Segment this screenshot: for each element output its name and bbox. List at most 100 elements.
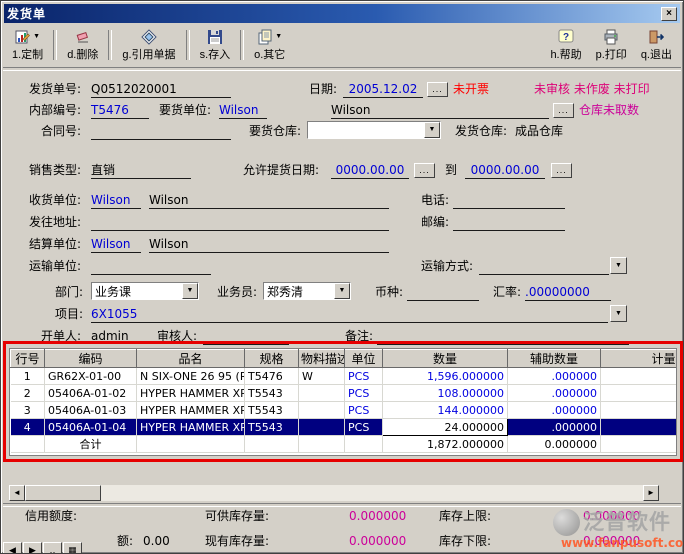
delete-button[interactable]: d.删除 (60, 27, 105, 64)
currency-field[interactable] (407, 285, 479, 301)
warehouse-note: 仓库未取数 (579, 103, 639, 118)
col-header-aux-qty: 辅助数量 (508, 350, 601, 368)
address-label: 发往地址: (29, 215, 81, 230)
transport-mode-dropdown-button[interactable]: ▼ (610, 257, 627, 274)
project-field[interactable]: 6X1055 (91, 307, 608, 323)
pickup-to-picker-button[interactable]: ... (551, 163, 572, 178)
help-button[interactable]: ? h.帮助 (543, 27, 588, 64)
phone-field[interactable] (453, 193, 565, 209)
save-button[interactable]: s.存入 (193, 27, 238, 64)
address-field[interactable] (91, 215, 389, 231)
exit-icon (648, 29, 664, 45)
contract-no-label: 合同号: (41, 124, 81, 139)
col-header-spec: 规格 (245, 350, 299, 368)
qty-edit-cell[interactable]: 24.000000 (383, 419, 508, 436)
auditor-field[interactable] (203, 329, 289, 345)
receive-unit-code-field[interactable]: Wilson (91, 193, 141, 209)
nav-more-button[interactable]: ‥ (43, 542, 62, 554)
contract-no-field[interactable] (91, 124, 231, 140)
cell-aux-qty: .000000 (508, 419, 601, 436)
transport-unit-field[interactable] (91, 259, 211, 275)
exit-label: q.退出 (641, 46, 672, 62)
current-stock-label: 现有库存量: (205, 534, 269, 549)
table-row[interactable]: 1 GR62X-01-00 N SIX-ONE 26 95 (R) T5476 … (11, 368, 678, 385)
zip-field[interactable] (453, 215, 565, 231)
toolbar-separator (108, 30, 112, 60)
date-field[interactable]: 2005.12.02 (343, 82, 423, 98)
settle-unit-code-field[interactable]: Wilson (91, 237, 141, 253)
items-grid[interactable]: 行号 编码 品名 规格 物料描述 单位 数量 辅助数量 计量单位 1 GR62X… (9, 348, 677, 456)
other-icon (257, 29, 273, 45)
chevron-down-icon[interactable]: ▼ (424, 122, 440, 138)
demand-unit-lookup-button[interactable]: ... (553, 103, 574, 118)
pickup-from-field[interactable]: 0000.00.00 (331, 163, 409, 179)
scrollbar-thumb[interactable] (25, 485, 101, 501)
remark-field[interactable] (377, 329, 629, 345)
scroll-left-icon[interactable]: ◄ (9, 485, 25, 501)
demand-unit-code-field[interactable]: Wilson (219, 103, 267, 119)
salesman-select[interactable]: 郑秀清 ▼ (263, 282, 351, 300)
customize-button[interactable]: ▼ 1.定制 (5, 27, 50, 64)
transport-unit-label: 运输单位: (29, 259, 81, 274)
department-select[interactable]: 业务课 ▼ (91, 282, 199, 300)
chevron-down-icon[interactable]: ▼ (275, 33, 282, 40)
nav-grid-button[interactable]: ▦ (63, 542, 82, 554)
col-header-row-no: 行号 (11, 350, 45, 368)
receive-unit-name-field[interactable]: Wilson (149, 193, 389, 209)
nav-first-button[interactable]: ◀ (3, 542, 22, 554)
nav-next-button[interactable]: ▶ (23, 542, 42, 554)
chevron-down-icon[interactable]: ▼ (33, 33, 40, 40)
date-picker-button[interactable]: ... (427, 82, 448, 97)
sale-type-field[interactable]: 直销 (91, 163, 191, 179)
scroll-right-icon[interactable]: ► (643, 485, 659, 501)
demand-warehouse-label: 要货仓库: (249, 124, 301, 139)
cell-code: 05406A-01-04 (45, 419, 137, 436)
table-row-selected[interactable]: 4 05406A-01-04 HYPER HAMMER XP (R) T5543… (11, 419, 678, 436)
toolbar-separator (53, 30, 57, 60)
cell-code: 05406A-01-02 (45, 385, 137, 402)
stock-upper-value: 0.000000 (583, 509, 640, 524)
print-button[interactable]: p.打印 (589, 27, 634, 64)
cell-name: HYPER HAMMER XP (R) (137, 385, 245, 402)
save-label: s.存入 (200, 46, 231, 62)
demand-unit-name-field[interactable]: Wilson (331, 103, 549, 119)
cell-row-no: 4 (11, 419, 45, 436)
horizontal-scrollbar[interactable]: ◄ ► (9, 485, 659, 501)
zip-label: 邮编: (421, 215, 449, 230)
help-icon: ? (558, 29, 574, 45)
internal-no-field[interactable]: T5476 (91, 103, 149, 119)
titlebar[interactable]: 发货单 × (4, 4, 680, 23)
salesman-label: 业务员: (217, 285, 257, 300)
pickup-from-picker-button[interactable]: ... (414, 163, 435, 178)
reference-doc-icon (141, 29, 157, 45)
demand-warehouse-select[interactable]: ▼ (307, 121, 441, 139)
pickup-to-field[interactable]: 0000.00.00 (465, 163, 545, 179)
ship-warehouse-value: 成品仓库 (515, 124, 563, 139)
table-row[interactable]: 3 05406A-01-03 HYPER HAMMER XP (R) T5543… (11, 402, 678, 419)
col-header-code: 编码 (45, 350, 137, 368)
project-dropdown-button[interactable]: ▼ (610, 305, 627, 322)
pickup-date-label: 允许提货日期: (243, 163, 319, 178)
reference-doc-button[interactable]: g.引用单据 (115, 27, 182, 64)
chevron-down-icon[interactable]: ▼ (334, 283, 350, 299)
chevron-down-icon[interactable]: ▼ (182, 283, 198, 299)
scrollbar-track[interactable] (25, 485, 643, 501)
toolbar-separator (240, 30, 244, 60)
table-total-row: 合计 1,872.000000 0.000000 (11, 436, 678, 453)
credit-balance-label: 额: (117, 534, 133, 549)
other-button[interactable]: ▼ o.其它 (247, 27, 292, 64)
transport-mode-field[interactable] (479, 259, 609, 275)
order-no-label: 发货单号: (29, 82, 81, 97)
settle-unit-name-field[interactable]: Wilson (149, 237, 389, 253)
delivery-order-window: 发货单 × ▼ 1.定制 d.删除 g.引用单据 s.存入 (0, 0, 684, 554)
close-button[interactable]: × (661, 7, 677, 21)
credit-limit-label: 信用额度: (25, 509, 77, 524)
order-no-field[interactable]: Q0512020001 (91, 82, 231, 98)
table-row[interactable]: 2 05406A-01-02 HYPER HAMMER XP (R) T5543… (11, 385, 678, 402)
cell-qty: 108.000000 (383, 385, 508, 402)
exit-button[interactable]: q.退出 (634, 27, 679, 64)
remark-label: 备注: (345, 329, 373, 344)
toolbar-separator (186, 30, 190, 60)
rate-field[interactable]: .00000000 (525, 285, 611, 301)
currency-label: 币种: (375, 285, 403, 300)
